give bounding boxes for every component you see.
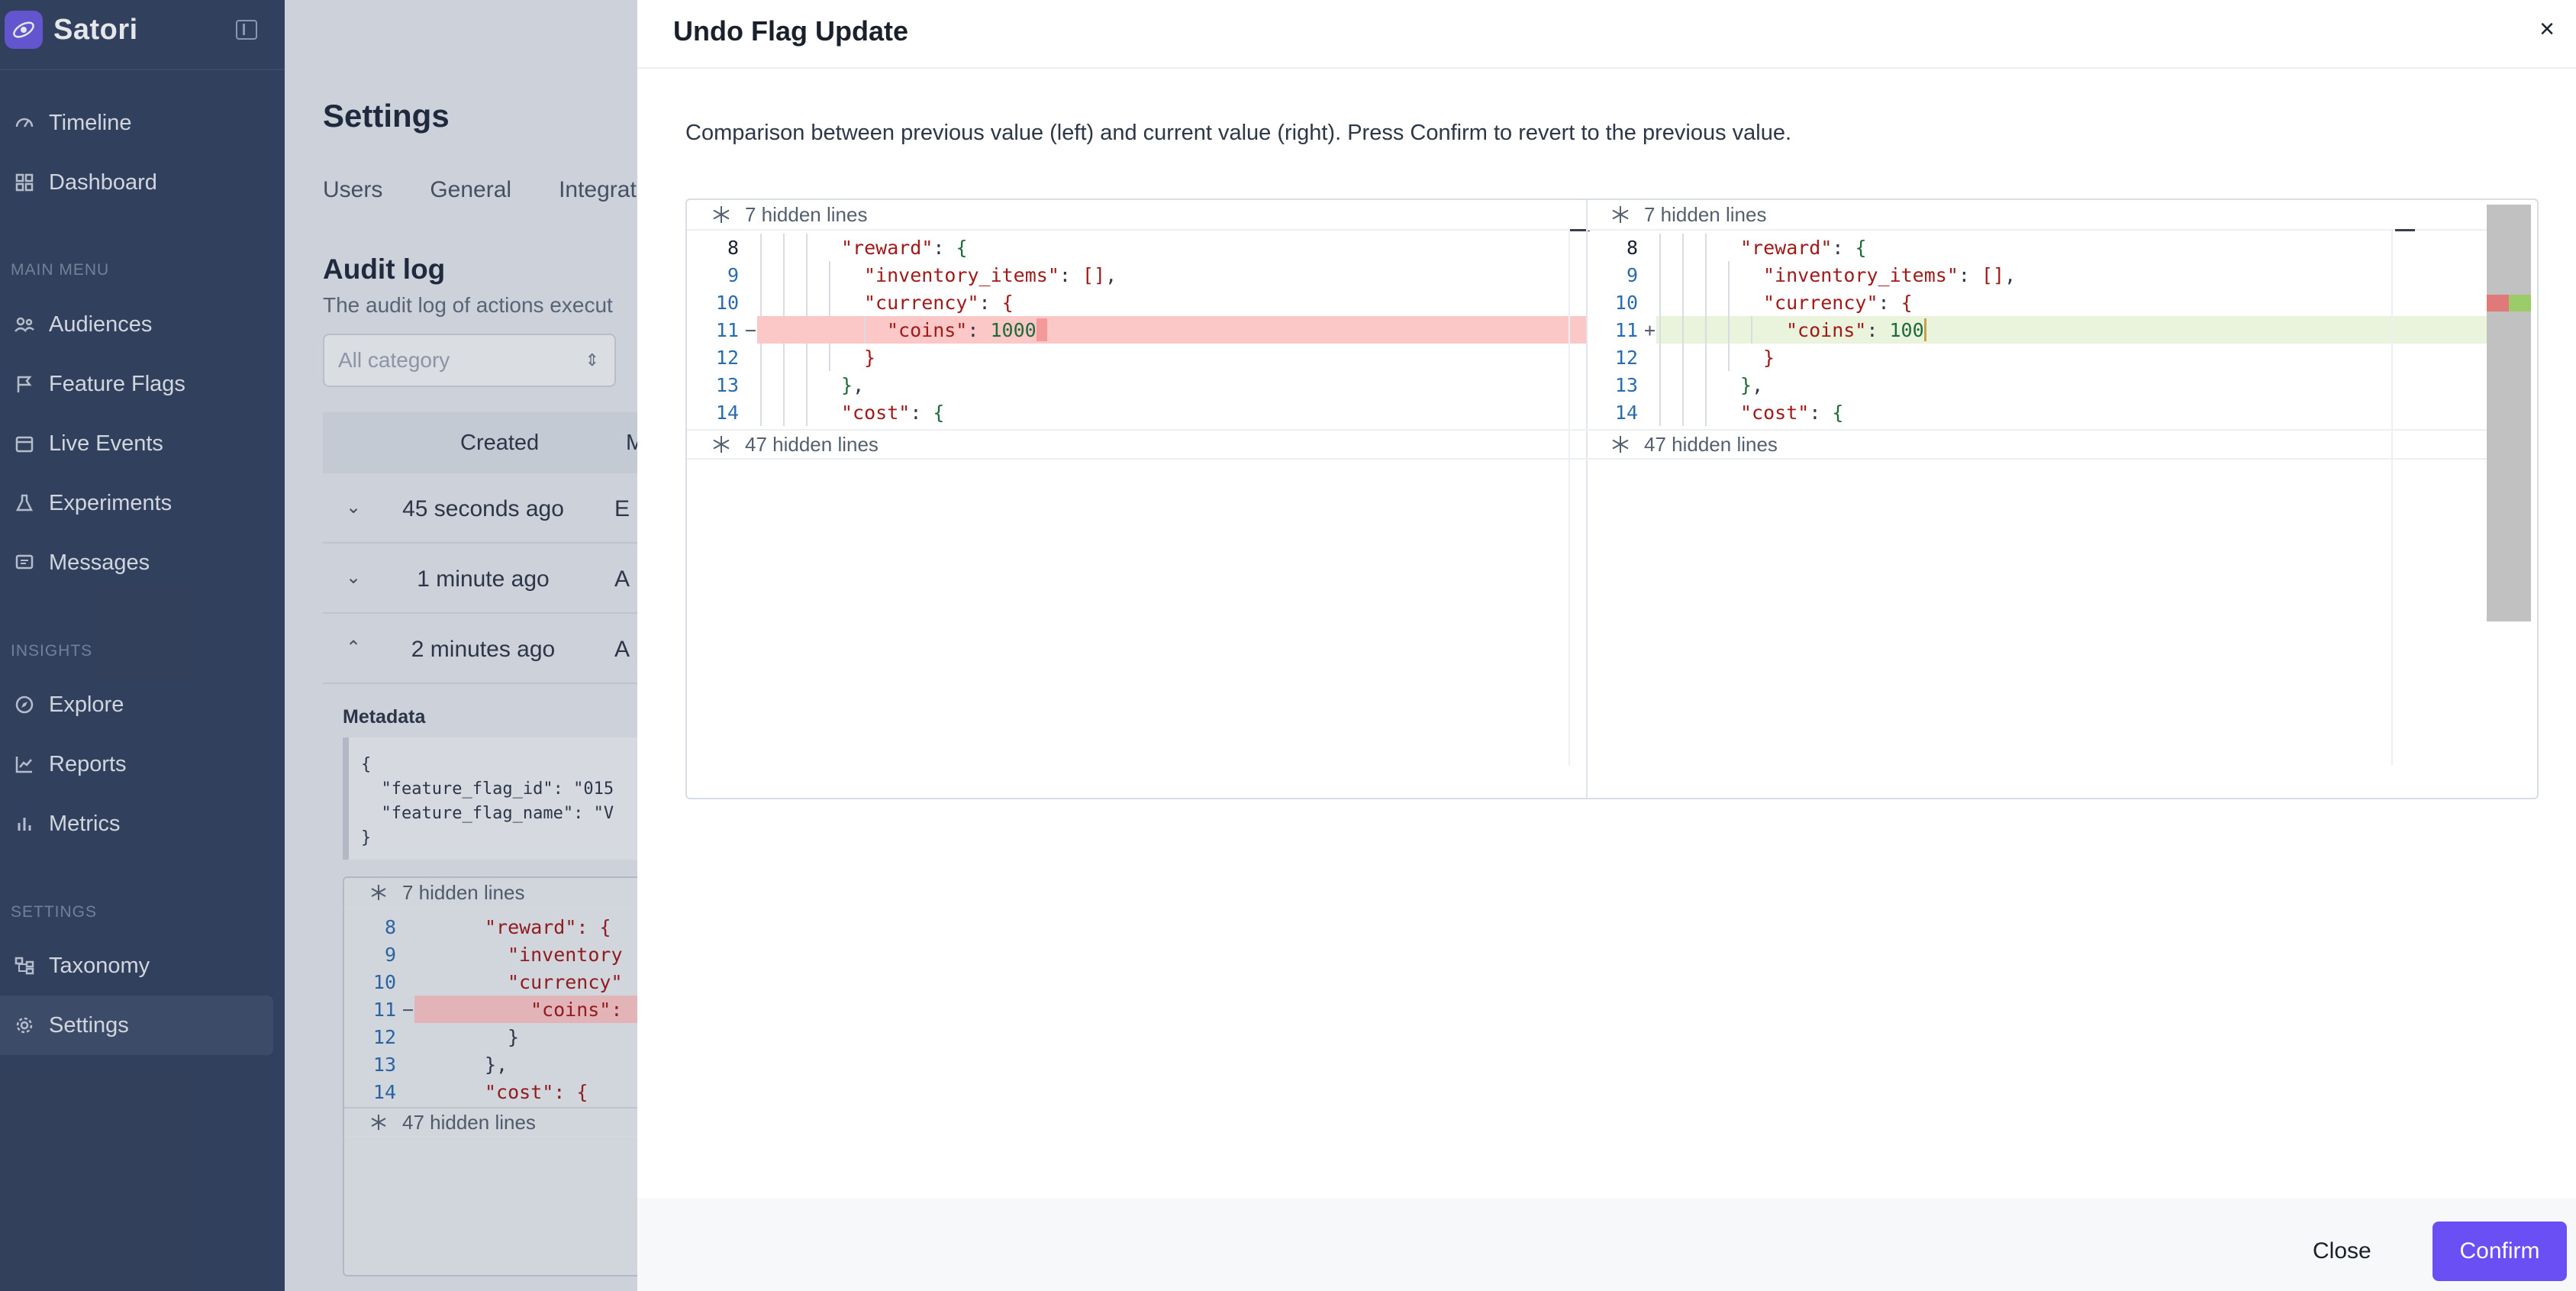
line-number: 13 [1614, 373, 1638, 396]
code-text: "currency": { [757, 289, 1588, 316]
code-line: 14 "cost": { [1586, 399, 2487, 426]
fold-marker[interactable] [2395, 229, 2415, 231]
previous-coins-value: 1000 [990, 318, 1037, 341]
code-text: } [1656, 344, 2487, 371]
confirm-button[interactable]: Confirm [2433, 1222, 2567, 1281]
code-line-deleted: 11− "coins": 1000 [687, 316, 1588, 344]
scrollbar-track[interactable] [1568, 231, 1570, 765]
close-button[interactable]: Close [2313, 1238, 2371, 1264]
modal-title: Undo Flag Update [673, 15, 908, 47]
diff-overview-ruler[interactable] [2487, 205, 2531, 621]
code-line: 10 "currency": { [687, 289, 1588, 316]
code-text: "reward": { [757, 234, 1588, 261]
code-line: 10 "currency": { [1586, 289, 2487, 316]
modal-header: Undo Flag Update × [637, 0, 2576, 69]
code-lines-right: 8 "reward": { 9 "inventory_items": [], 10 "… [1586, 234, 2487, 426]
code-text: }, [757, 371, 1588, 399]
code-lines-left: 8 "reward": { 9 "inventory_items": [], 10 "… [687, 234, 1588, 426]
line-number: 12 [1614, 346, 1638, 369]
code-line-inserted: 11 + "coins": 100 [1586, 316, 2487, 344]
line-number: 11 [715, 318, 739, 341]
overview-inserted-marker [2509, 295, 2531, 311]
overview-deleted-marker [2487, 295, 2509, 311]
code-line: 13}, [687, 371, 1588, 399]
hidden-lines-label: 7 hidden lines [1644, 202, 1767, 226]
code-text: "coins": 1000 [757, 316, 1588, 344]
code-line: 9 "inventory_items": [], [1586, 261, 2487, 289]
line-number: 14 [1614, 401, 1638, 424]
scrollbar-track[interactable] [2391, 231, 2393, 765]
line-number: 10 [1614, 291, 1638, 314]
code-text: "reward": { [1656, 234, 2487, 261]
code-line: 12} [1586, 344, 2487, 371]
code-text: "currency": { [1656, 289, 2487, 316]
code-text: "cost": { [757, 399, 1588, 426]
line-number: 10 [715, 291, 739, 314]
code-line: 14 "cost": { [687, 399, 1588, 426]
modal-description: Comparison between previous value (left)… [685, 121, 1792, 145]
code-line: 8 "reward": { [1586, 234, 2487, 261]
code-line: 8 "reward": { [687, 234, 1588, 261]
hidden-lines-bar[interactable]: 47 hidden lines [687, 429, 1588, 460]
line-number: 12 [715, 346, 739, 369]
code-text: }, [1656, 371, 2487, 399]
undo-flag-update-modal: Undo Flag Update × Comparison between pr… [637, 0, 2576, 1291]
expand-icon [1609, 434, 1632, 454]
line-number: 8 [727, 236, 739, 259]
line-number: 13 [715, 373, 739, 396]
hidden-lines-bar[interactable]: 7 hidden lines [687, 200, 1588, 231]
code-line: 12} [687, 344, 1588, 371]
code-line: 9 "inventory_items": [], [687, 261, 1588, 289]
modal-footer: Close Confirm [637, 1199, 2576, 1291]
expand-icon [710, 434, 733, 454]
close-icon[interactable]: × [2532, 14, 2562, 44]
hidden-lines-label: 7 hidden lines [745, 202, 868, 226]
diff-viewer: 7 hidden lines 8 "reward": { 9 "inventory_… [685, 198, 2539, 799]
code-text: "coins": 100 [1656, 316, 2487, 344]
hidden-lines-bar[interactable]: 47 hidden lines [1586, 429, 2487, 460]
code-text: "inventory_items": [], [1656, 261, 2487, 289]
code-line: 13}, [1586, 371, 2487, 399]
line-number: 11 [1614, 318, 1638, 341]
line-number: 9 [1626, 263, 1638, 286]
expand-icon [1609, 205, 1632, 224]
hidden-lines-label: 47 hidden lines [1644, 432, 1778, 456]
hidden-lines-bar[interactable]: 7 hidden lines [1586, 200, 2487, 231]
line-number: 14 [715, 401, 739, 424]
code-text: } [757, 344, 1588, 371]
line-number: 9 [727, 263, 739, 286]
diff-pane-current: 7 hidden lines 8 "reward": { 9 "inventory_… [1586, 200, 2487, 798]
current-coins-value: 100 [1889, 318, 1924, 341]
code-text: "cost": { [1656, 399, 2487, 426]
expand-icon [710, 205, 733, 224]
hidden-lines-label: 47 hidden lines [745, 432, 879, 456]
code-text: "inventory_items": [], [757, 261, 1588, 289]
line-number: 8 [1626, 236, 1638, 259]
diff-pane-previous: 7 hidden lines 8 "reward": { 9 "inventory_… [687, 200, 1590, 798]
